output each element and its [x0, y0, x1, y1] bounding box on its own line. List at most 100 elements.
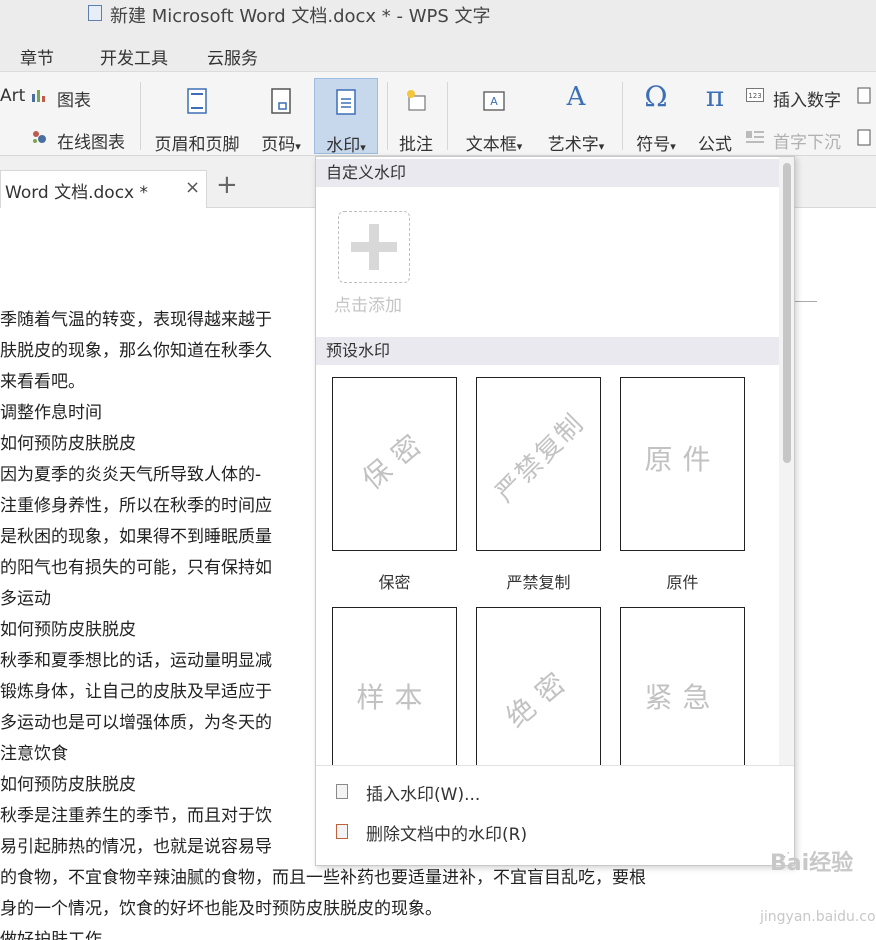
wordart-icon: A	[566, 82, 586, 112]
svg-text:123: 123	[748, 92, 761, 100]
online-chart-icon	[33, 131, 46, 143]
formula-button[interactable]: π 公式	[690, 78, 740, 155]
paragraph-line: 多运动也是可以增强体质，为冬天的	[0, 713, 272, 733]
watermark-preset-no-copy[interactable]: 严禁复制	[476, 377, 601, 551]
paragraph-line: 易引起肺热的情况，也就是说容易导	[0, 837, 272, 857]
wordart-button[interactable]: A 艺术字▾	[538, 78, 614, 155]
watermark-label: 水印▾	[326, 136, 366, 156]
ribbon-overflow-icon	[857, 129, 871, 146]
textbox-button[interactable]: A 文本框▾	[456, 78, 532, 155]
watermark-dropdown: 自定义水印 点击添加 预设水印 保密 保密 严禁复制 严禁复制 原件 原件 样本…	[315, 156, 795, 866]
watermark-preset-urgent[interactable]: 紧急	[620, 607, 745, 781]
symbol-label: 符号▾	[636, 135, 676, 155]
watermark-actions: 插入水印(W)... 删除文档中的水印(R) ⋰	[316, 765, 794, 865]
paragraph-line: 多运动	[0, 589, 51, 609]
page-number-label: 页码▾	[261, 135, 301, 155]
dropcap-button[interactable]: 首字下沉	[773, 128, 841, 153]
comment-button[interactable]: 批注	[393, 78, 439, 155]
paragraph-line: 来看看吧。	[0, 372, 85, 392]
menu-item-cloud[interactable]: 云服务	[207, 44, 258, 69]
watermark-preset-original[interactable]: 原件	[620, 377, 745, 551]
paragraph-line: 身的一个情况，饮食的好坏也能及时预防皮肤脱皮的现象。	[0, 899, 442, 919]
dropdown-scrollbar[interactable]	[779, 157, 794, 767]
watermark-button[interactable]: 水印▾	[314, 78, 378, 156]
online-chart-button[interactable]: 在线图表	[57, 128, 125, 153]
insert-watermark-icon	[336, 784, 348, 799]
dropcap-icon	[746, 131, 764, 143]
menu-item-chapter[interactable]: 章节	[20, 44, 54, 69]
watermark-text: 紧急	[644, 681, 721, 714]
new-tab-icon[interactable]: +	[216, 170, 238, 200]
pi-icon: π	[705, 80, 725, 113]
watermark-text: 严禁复制	[490, 408, 591, 509]
smartart-label[interactable]: Art	[0, 86, 25, 106]
watermark-preset-sample[interactable]: 样本	[332, 607, 457, 781]
textbox-label: 文本框▾	[465, 135, 523, 155]
paragraph-line: 秋季是注重养生的季节，而且对于饮	[0, 806, 272, 826]
ribbon-separator	[447, 82, 448, 150]
plus-icon	[351, 242, 397, 252]
ribbon-toolbar: Art 图表 在线图表 页眉和页脚 页码▾ 水印▾ 批注 A 文本框▾ A 艺术…	[0, 72, 876, 156]
add-watermark-button[interactable]	[338, 211, 410, 283]
watermark-icon	[336, 89, 356, 115]
formula-label: 公式	[698, 135, 732, 155]
document-icon	[88, 5, 102, 21]
svg-text:A: A	[490, 95, 498, 108]
watermark-text: 绝密	[499, 660, 580, 735]
page-margin-marker	[795, 301, 817, 302]
paragraph-line: 的食物，不宜食物辛辣油腻的食物，而且一些补药也要适量进补，不宜盲目乱吃，要根	[0, 868, 646, 888]
scrollbar-thumb[interactable]	[783, 163, 791, 463]
chart-icon	[32, 90, 45, 102]
watermark-preset-label: 严禁复制	[506, 573, 571, 592]
comment-icon	[407, 90, 426, 111]
add-watermark-label: 点击添加	[334, 296, 402, 316]
header-footer-icon	[187, 88, 207, 114]
title-bar: 新建 Microsoft Word 文档.docx * - WPS 文字	[0, 0, 876, 34]
paragraph-line: 做好护肤工作	[0, 930, 102, 940]
symbol-button[interactable]: Ω 符号▾	[628, 78, 684, 155]
paragraph-line: 锻炼身体，让自己的皮肤及早适应于	[0, 682, 272, 702]
wordart-label: 艺术字▾	[547, 135, 605, 155]
comment-label: 批注	[399, 135, 433, 155]
watermark-preset-label: 原件	[666, 573, 699, 592]
delete-watermark-menu-item[interactable]: 删除文档中的水印(R)	[366, 820, 527, 845]
menu-item-developer[interactable]: 开发工具	[100, 44, 168, 69]
header-footer-button[interactable]: 页眉和页脚	[148, 78, 246, 155]
paragraph-line: 的阳气也有损失的可能，只有保持如	[0, 558, 272, 578]
paragraph-line: 注意饮食	[0, 744, 68, 764]
insert-number-button[interactable]: 插入数字	[773, 86, 841, 111]
watermark-text: 样本	[356, 681, 433, 714]
site-watermark-text: Bai经验	[770, 851, 854, 876]
paragraph-line: 因为夏季的炎炎天气所导致人体的-	[0, 465, 262, 485]
document-tab-title: Word 文档.docx *	[5, 183, 149, 203]
paragraph-line: 肤脱皮的现象，那么你知道在秋季久	[0, 341, 272, 361]
document-tab[interactable]: Word 文档.docx * ×	[0, 170, 207, 208]
ribbon-overflow-icon	[857, 87, 871, 104]
paragraph-line: 如何预防皮肤脱皮	[0, 434, 136, 454]
watermark-preset-confidential[interactable]: 保密	[332, 377, 457, 551]
custom-watermark-header: 自定义水印	[316, 159, 779, 187]
insert-number-icon: 123	[746, 88, 764, 102]
paragraph-line: 调整作息时间	[0, 403, 102, 423]
close-tab-icon[interactable]: ×	[185, 177, 200, 198]
menu-bar: 章节 开发工具 云服务	[0, 34, 876, 72]
site-watermark-logo: Bai经验 jingyan.baidu.com	[760, 845, 876, 935]
paragraph-line: 秋季和夏季想比的话，运动量明显减	[0, 651, 272, 671]
omega-icon: Ω	[644, 80, 668, 113]
header-footer-label: 页眉和页脚	[154, 135, 240, 155]
watermark-preset-label: 保密	[378, 573, 411, 592]
ribbon-separator	[387, 82, 388, 150]
watermark-preset-top-secret[interactable]: 绝密	[476, 607, 601, 781]
paragraph-line: 季随着气温的转变，表现得越来越于	[0, 310, 272, 330]
paragraph-line: 注重修身养性，所以在秋季的时间应	[0, 496, 272, 516]
page-number-icon	[271, 88, 291, 114]
watermark-text: 原件	[644, 443, 721, 476]
page-number-button[interactable]: 页码▾	[252, 78, 310, 155]
textbox-icon: A	[483, 91, 505, 111]
paragraph-line: 是秋困的现象，如果得不到睡眠质量	[0, 527, 272, 547]
chart-button[interactable]: 图表	[57, 86, 91, 111]
preset-watermark-header: 预设水印	[316, 337, 779, 365]
paragraph-line: 如何预防皮肤脱皮	[0, 775, 136, 795]
window-title: 新建 Microsoft Word 文档.docx * - WPS 文字	[110, 6, 491, 27]
insert-watermark-menu-item[interactable]: 插入水印(W)...	[366, 780, 480, 805]
